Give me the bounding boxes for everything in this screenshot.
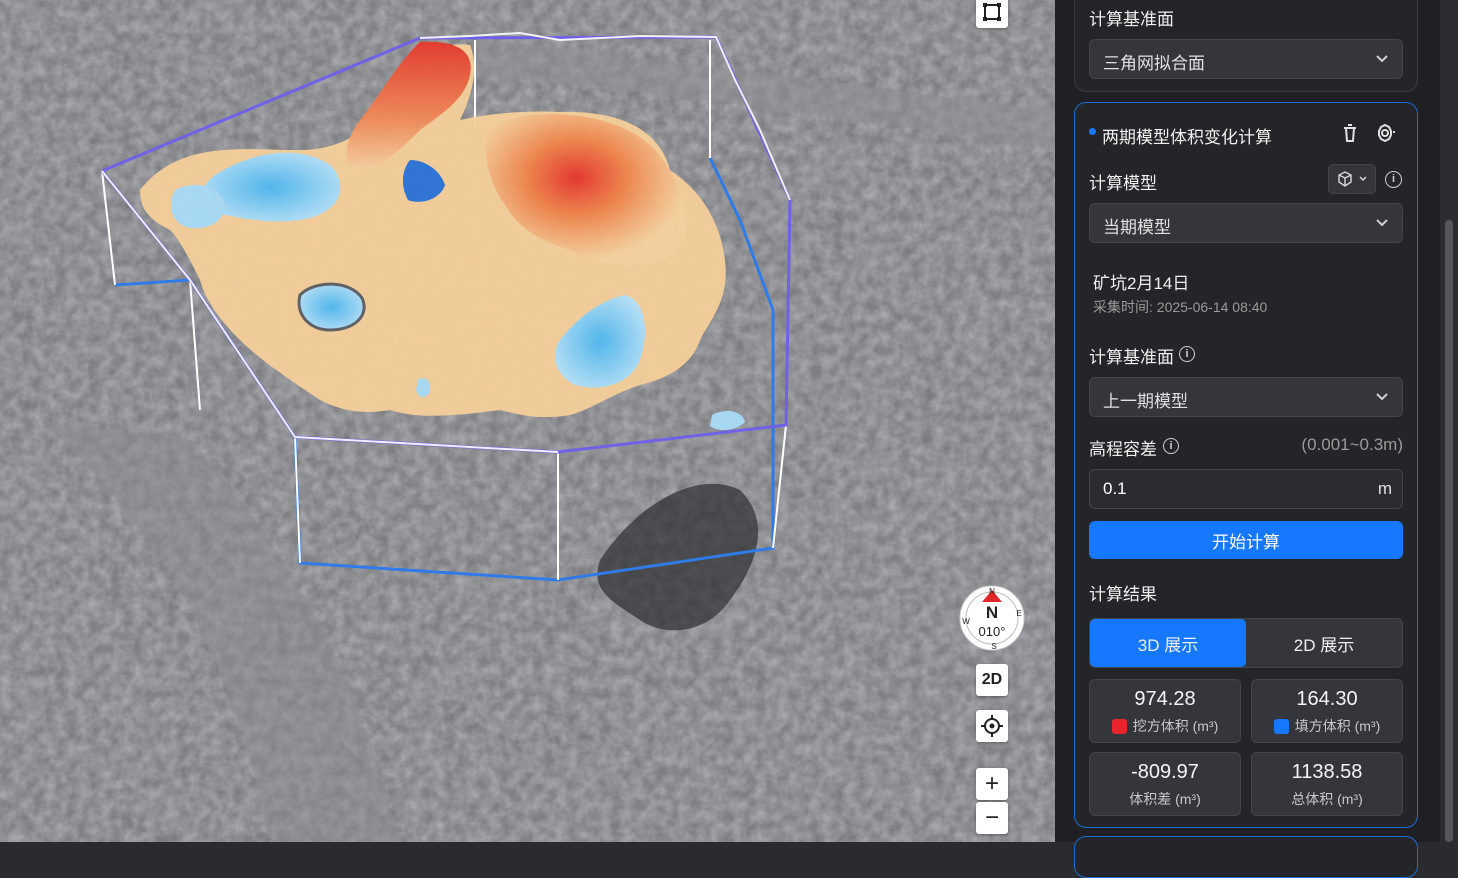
compass-icon: N 010° N E S W bbox=[959, 585, 1025, 651]
compass-e-tick: E bbox=[1016, 609, 1021, 618]
box-select-tool-button[interactable] bbox=[976, 0, 1008, 28]
active-dot bbox=[1089, 128, 1096, 135]
zoom-in-button[interactable]: + bbox=[976, 768, 1008, 800]
cut-color-swatch bbox=[1111, 718, 1127, 734]
tolerance-info-icon[interactable]: i bbox=[1163, 438, 1179, 454]
model-name: 矿坑2月14日 bbox=[1093, 274, 1190, 293]
base-select-value: 上一期模型 bbox=[1103, 392, 1188, 411]
locate-button[interactable] bbox=[976, 710, 1008, 742]
chevron-down-icon bbox=[1376, 393, 1388, 401]
cube-icon bbox=[1338, 171, 1352, 187]
settings-icon[interactable] bbox=[1376, 123, 1396, 143]
cut-volume-value: 974.28 bbox=[1134, 688, 1196, 710]
fill-volume-value: 164.30 bbox=[1296, 688, 1358, 710]
volume-calc-card: 两期模型体积变化计算 计算模型 i 当期模型 矿坑2月14日 采集时间: 202… bbox=[1074, 102, 1418, 828]
stat-volume-diff: -809.97 体积差 (m³) bbox=[1089, 752, 1241, 816]
model-label: 计算模型 bbox=[1089, 174, 1157, 193]
volume-diff-value: -809.97 bbox=[1131, 761, 1199, 783]
stat-cut-volume: 974.28 挖方体积 (m³) bbox=[1089, 679, 1241, 743]
chevron-down-icon bbox=[1376, 219, 1388, 227]
total-volume-caption: 总体积 (m³) bbox=[1291, 791, 1363, 807]
scrollbar-thumb[interactable] bbox=[1445, 220, 1453, 842]
tolerance-range: (0.001~0.3m) bbox=[1301, 435, 1403, 454]
prev-base-select-value: 三角网拟合面 bbox=[1103, 54, 1205, 73]
compass-heading: 010° bbox=[979, 624, 1006, 639]
map-viewport[interactable]: N 010° N E S W 2D + − bbox=[0, 0, 1055, 842]
base-info-icon[interactable]: i bbox=[1179, 346, 1195, 362]
model-info-icon[interactable]: i bbox=[1385, 171, 1402, 188]
start-calc-button[interactable]: 开始计算 bbox=[1089, 521, 1403, 559]
model-type-dropdown[interactable] bbox=[1328, 164, 1376, 194]
card-title: 两期模型体积变化计算 bbox=[1102, 128, 1272, 147]
cut-volume-caption: 挖方体积 (m³) bbox=[1132, 718, 1219, 734]
prev-calc-card: 计算基准面 三角网拟合面 bbox=[1074, 0, 1418, 92]
terrain-3d-scene[interactable] bbox=[0, 0, 1055, 842]
tab-3d[interactable]: 3D 展示 bbox=[1090, 619, 1246, 667]
next-card bbox=[1074, 836, 1418, 878]
prev-base-select[interactable]: 三角网拟合面 bbox=[1089, 39, 1403, 79]
compass-widget[interactable]: N 010° N E S W bbox=[958, 584, 1026, 652]
base-label: 计算基准面 bbox=[1089, 348, 1174, 367]
box-select-icon bbox=[983, 3, 1001, 21]
compass-w-tick: W bbox=[962, 617, 970, 626]
toggle-2d-button[interactable]: 2D bbox=[976, 664, 1008, 696]
total-volume-value: 1138.58 bbox=[1291, 761, 1363, 783]
capture-time: 采集时间: 2025-06-14 08:40 bbox=[1093, 299, 1268, 315]
stat-total-volume: 1138.58 总体积 (m³) bbox=[1251, 752, 1403, 816]
compass-north-label: N bbox=[986, 603, 998, 622]
stat-fill-volume: 164.30 填方体积 (m³) bbox=[1251, 679, 1403, 743]
result-label: 计算结果 bbox=[1089, 585, 1157, 604]
tolerance-input[interactable]: 0.1 m bbox=[1089, 469, 1403, 509]
side-panel: 计算基准面 三角网拟合面 两期模型体积变化计算 计算模型 i 当期模型 矿坑2月… bbox=[1055, 0, 1458, 878]
compass-n-tick: N bbox=[989, 587, 995, 596]
tolerance-unit: m bbox=[1377, 479, 1392, 498]
panel-scrollbar[interactable] bbox=[1440, 0, 1458, 842]
tab-2d[interactable]: 2D 展示 bbox=[1246, 619, 1402, 667]
fill-volume-caption: 填方体积 (m³) bbox=[1294, 718, 1381, 734]
tolerance-value: 0.1 bbox=[1103, 479, 1127, 498]
model-select-value: 当期模型 bbox=[1103, 218, 1171, 237]
volume-diff-caption: 体积差 (m³) bbox=[1129, 791, 1201, 807]
locate-icon bbox=[981, 715, 1003, 737]
fill-color-swatch bbox=[1273, 718, 1289, 734]
delete-icon[interactable] bbox=[1341, 123, 1359, 143]
zoom-out-button[interactable]: − bbox=[976, 802, 1008, 834]
model-select[interactable]: 当期模型 bbox=[1089, 203, 1403, 243]
tolerance-label: 高程容差 bbox=[1089, 440, 1157, 459]
display-mode-tabs: 3D 展示 2D 展示 bbox=[1089, 618, 1403, 668]
base-select[interactable]: 上一期模型 bbox=[1089, 377, 1403, 417]
chevron-down-icon bbox=[1376, 55, 1388, 63]
chevron-down-icon bbox=[1359, 176, 1367, 182]
compass-s-tick: S bbox=[991, 642, 996, 651]
prev-base-label: 计算基准面 bbox=[1089, 10, 1174, 29]
